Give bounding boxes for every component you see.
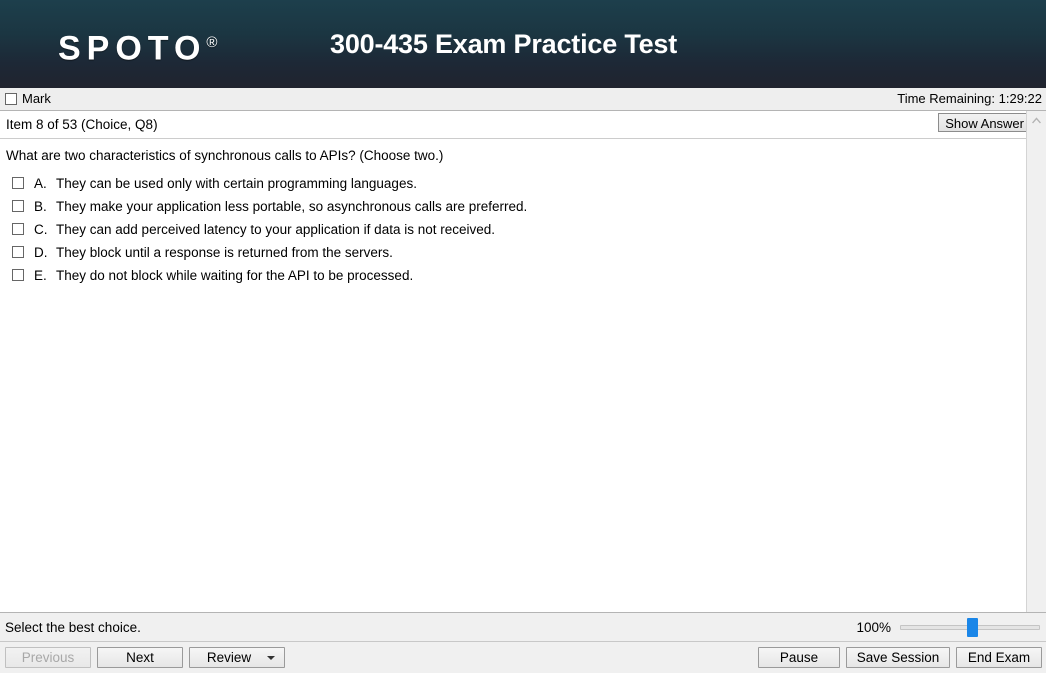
registered-trademark-icon: ® — [206, 34, 218, 51]
end-exam-button[interactable]: End Exam — [956, 647, 1042, 668]
question-panel-content: Item 8 of 53 (Choice, Q8) Show Answer Wh… — [0, 111, 1031, 612]
spoto-logo: SPOTO® — [58, 23, 217, 68]
choice-letter-b: B. — [34, 199, 47, 214]
choice-checkbox-c[interactable] — [12, 223, 24, 235]
mark-label: Mark — [22, 91, 51, 106]
choice-text-d: They block until a response is returned … — [56, 245, 393, 260]
choice-option-a[interactable]: A. They can be used only with certain pr… — [12, 175, 1016, 198]
item-counter: Item 8 of 53 (Choice, Q8) — [6, 117, 158, 132]
logo-text: SPOTO — [58, 29, 207, 68]
mark-checkbox-group[interactable]: Mark — [5, 92, 51, 106]
choice-text-a: They can be used only with certain progr… — [56, 176, 417, 191]
save-session-button[interactable]: Save Session — [846, 647, 950, 668]
next-button[interactable]: Next — [97, 647, 183, 668]
status-bar: Select the best choice. 100% — [0, 613, 1046, 642]
zoom-level-label: 100% — [856, 619, 891, 635]
zoom-control: 100% — [856, 613, 1040, 641]
choice-checkbox-d[interactable] — [12, 246, 24, 258]
choice-text-e: They do not block while waiting for the … — [56, 268, 414, 283]
app-header: SPOTO® 300-435 Exam Practice Test — [0, 0, 1046, 88]
navigation-button-bar: Previous Next Review Pause Save Session … — [0, 642, 1046, 673]
exam-app-window: SPOTO® 300-435 Exam Practice Test Mark T… — [0, 0, 1046, 673]
zoom-slider-thumb[interactable] — [967, 618, 978, 637]
previous-button[interactable]: Previous — [5, 647, 91, 668]
scroll-up-arrow-icon[interactable] — [1027, 111, 1046, 129]
mark-checkbox[interactable] — [5, 93, 17, 105]
choice-checkbox-b[interactable] — [12, 200, 24, 212]
mark-bar: Mark Time Remaining: 1:29:22 — [0, 88, 1046, 111]
page-title: 300-435 Exam Practice Test — [330, 29, 678, 59]
choice-letter-a: A. — [34, 176, 47, 191]
left-button-group: Previous Next Review — [5, 647, 285, 668]
vertical-scrollbar[interactable] — [1026, 111, 1046, 612]
right-button-group: Pause Save Session End Exam — [758, 647, 1042, 668]
choice-option-e[interactable]: E. They do not block while waiting for t… — [12, 267, 1016, 290]
choice-text-c: They can add perceived latency to your a… — [56, 222, 496, 237]
choice-checkbox-e[interactable] — [12, 269, 24, 281]
zoom-slider[interactable] — [900, 617, 1040, 637]
choice-text-b: They make your application less portable… — [56, 199, 528, 214]
chevron-down-icon — [267, 656, 275, 660]
review-dropdown-button[interactable]: Review — [189, 647, 285, 668]
status-hint: Select the best choice. — [5, 619, 141, 635]
question-panel: Item 8 of 53 (Choice, Q8) Show Answer Wh… — [0, 111, 1046, 613]
show-answer-button[interactable]: Show Answer — [938, 113, 1031, 132]
review-button-label: Review — [206, 650, 252, 665]
choice-checkbox-a[interactable] — [12, 177, 24, 189]
item-bar: Item 8 of 53 (Choice, Q8) Show Answer — [0, 111, 1031, 139]
choice-list: A. They can be used only with certain pr… — [12, 175, 1016, 290]
question-text: What are two characteristics of synchron… — [6, 148, 444, 163]
time-remaining: Time Remaining: 1:29:22 — [897, 91, 1042, 106]
choice-option-c[interactable]: C. They can add perceived latency to you… — [12, 221, 1016, 244]
choice-option-d[interactable]: D. They block until a response is return… — [12, 244, 1016, 267]
choice-option-b[interactable]: B. They make your application less porta… — [12, 198, 1016, 221]
pause-button[interactable]: Pause — [758, 647, 840, 668]
choice-letter-c: C. — [34, 222, 48, 237]
choice-letter-e: E. — [34, 268, 47, 283]
choice-letter-d: D. — [34, 245, 48, 260]
